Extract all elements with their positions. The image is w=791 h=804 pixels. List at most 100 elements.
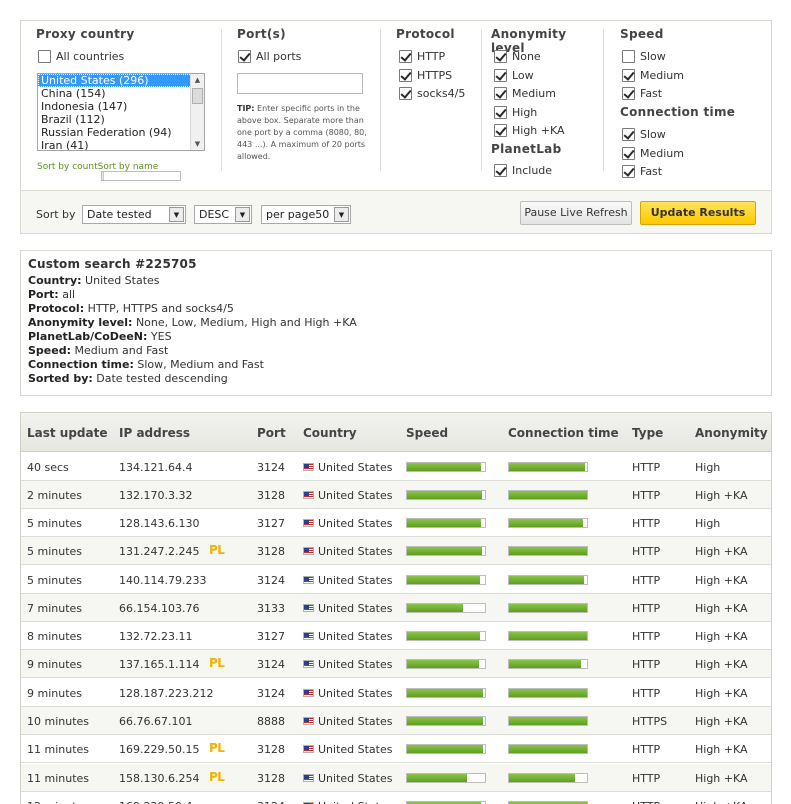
header-connection-time[interactable]: Connection time: [508, 426, 619, 440]
port-cell: 3127: [257, 517, 285, 530]
speed-bar-fill: [407, 491, 482, 499]
table-row[interactable]: 11 minutes 158.130.6.254 PL 3128 United Stat…: [21, 764, 771, 792]
anonymity-box[interactable]: [494, 87, 507, 100]
sort-field-select[interactable]: Date tested ▼: [82, 205, 186, 224]
all-ports-box[interactable]: [238, 50, 251, 63]
ports-tip: TIP: Enter specific ports in the above b…: [237, 103, 369, 163]
table-row[interactable]: 8 minutes 132.72.23.11 3127 United States HT…: [21, 622, 771, 650]
planetlab-include-box[interactable]: [494, 164, 507, 177]
connection-time-bar-fill: [509, 519, 584, 527]
all-countries-box[interactable]: [38, 50, 51, 63]
header-anonymity[interactable]: Anonymity: [695, 426, 768, 440]
country-option[interactable]: Russian Federation (94): [38, 126, 204, 139]
country-option[interactable]: Iran (41): [38, 139, 204, 150]
summary-line: Sorted by: Date tested descending: [28, 372, 771, 386]
protocol-checkbox-socks4-5[interactable]: socks4/5: [399, 87, 465, 100]
anonymity-checkbox-high-ka[interactable]: High +KA: [494, 124, 565, 137]
us-flag-icon: [303, 717, 314, 725]
connection-time-checkbox-medium[interactable]: Medium: [622, 146, 684, 160]
country-option[interactable]: United States (296): [38, 74, 204, 87]
connection-time-box[interactable]: [622, 146, 635, 160]
country-cell: United States: [303, 545, 393, 558]
last-update-cell: 5 minutes: [27, 545, 83, 558]
table-row[interactable]: 5 minutes 128.143.6.130 3127 United States H…: [21, 509, 771, 537]
protocol-checkbox-http[interactable]: HTTP: [399, 50, 445, 63]
scroll-up-icon[interactable]: ▲: [191, 74, 204, 86]
chevron-down-icon[interactable]: ▼: [334, 207, 349, 222]
connection-time-checkbox-fast[interactable]: Fast: [622, 165, 662, 178]
speed-box[interactable]: [622, 87, 635, 100]
table-row[interactable]: 9 minutes 128.187.223.212 3124 United State…: [21, 679, 771, 707]
port-cell: 3128: [257, 772, 285, 785]
connection-time-checkbox-slow[interactable]: Slow: [622, 128, 666, 141]
sort-order-select[interactable]: DESC ▼: [194, 205, 252, 224]
all-countries-checkbox[interactable]: All countries: [38, 50, 124, 63]
scroll-thumb[interactable]: [192, 88, 203, 104]
anonymity-checkbox-none[interactable]: None: [494, 50, 541, 63]
anonymity-checkbox-medium[interactable]: Medium: [494, 87, 556, 100]
header-country[interactable]: Country: [303, 426, 357, 440]
anonymity-box[interactable]: [494, 68, 507, 82]
table-row[interactable]: 5 minutes 140.114.79.233 3124 United States…: [21, 566, 771, 594]
us-flag-icon: [303, 491, 314, 499]
pause-live-refresh-button[interactable]: Pause Live Refresh: [520, 201, 632, 225]
anonymity-checkbox-low[interactable]: Low: [494, 68, 534, 82]
anonymity-box[interactable]: [494, 124, 507, 137]
country-cell: United States: [303, 658, 393, 671]
protocol-checkbox-https[interactable]: HTTPS: [399, 68, 452, 82]
header-ip-address[interactable]: IP address: [119, 426, 190, 440]
update-results-button[interactable]: Update Results: [640, 201, 756, 225]
connection-time-box[interactable]: [622, 165, 635, 178]
table-row[interactable]: 11 minutes 169.229.50.15 PL 3128 United Stat…: [21, 735, 771, 763]
scroll-down-icon[interactable]: ▼: [191, 138, 204, 150]
header-type[interactable]: Type: [632, 426, 663, 440]
country-listbox[interactable]: United States (296) China (154) Indonesia …: [37, 73, 205, 151]
planetlab-include-label: Include: [512, 164, 553, 177]
per-page-select[interactable]: per page50 ▼: [261, 205, 351, 224]
table-row[interactable]: 12 minutes 169.229.50.4 3124 United States H…: [21, 792, 771, 804]
planetlab-include-checkbox[interactable]: Include: [494, 164, 552, 177]
anonymity-checkbox-high[interactable]: High: [494, 105, 537, 119]
table-row[interactable]: 40 secs 134.121.64.4 3124 United States HTTP…: [21, 453, 771, 481]
all-ports-checkbox[interactable]: All ports: [238, 50, 301, 63]
speed-bar-fill: [407, 745, 483, 753]
speed-checkbox-medium[interactable]: Medium: [622, 68, 684, 82]
chevron-down-icon[interactable]: ▼: [235, 207, 250, 222]
speed-box[interactable]: [622, 68, 635, 82]
anonymity-box[interactable]: [494, 105, 507, 119]
table-row[interactable]: 2 minutes 132.170.3.32 3128 United States HT…: [21, 481, 771, 509]
country-name: United States: [318, 489, 393, 502]
speed-checkbox-fast[interactable]: Fast: [622, 87, 662, 100]
country-option[interactable]: China (154): [38, 87, 204, 100]
sort-by-count-link[interactable]: Sort by count: [37, 162, 98, 172]
table-row[interactable]: 9 minutes 137.165.1.114 PL 3124 United State…: [21, 650, 771, 678]
listbox-scrollbar[interactable]: ▲ ▼: [190, 74, 204, 150]
port-cell: 3133: [257, 602, 285, 615]
anonymity-label: None: [512, 50, 541, 63]
protocol-box[interactable]: [399, 50, 412, 63]
table-row[interactable]: 7 minutes 66.154.103.76 3133 United States H…: [21, 594, 771, 622]
header-speed[interactable]: Speed: [406, 426, 448, 440]
header-last-update[interactable]: Last update: [27, 426, 108, 440]
anonymity-box[interactable]: [494, 50, 507, 63]
ports-input[interactable]: [237, 73, 363, 94]
speed-checkbox-slow[interactable]: Slow: [622, 50, 666, 63]
summary-line: Anonymity level: None, Low, Medium, High…: [28, 316, 771, 330]
country-option[interactable]: Indonesia (147): [38, 100, 204, 113]
anonymity-cell: High +KA: [695, 602, 748, 615]
anonymity-cell: High +KA: [695, 772, 748, 785]
country-name: United States: [318, 658, 393, 671]
protocol-box[interactable]: [399, 68, 412, 82]
table-row[interactable]: 5 minutes 131.247.2.245 PL 3128 United State…: [21, 537, 771, 565]
speed-bar-fill: [407, 604, 464, 612]
summary-key: Country:: [28, 274, 82, 287]
country-option[interactable]: Brazil (112): [38, 113, 204, 126]
country-name: United States: [318, 517, 393, 530]
header-port[interactable]: Port: [257, 426, 286, 440]
chevron-down-icon[interactable]: ▼: [169, 207, 184, 222]
speed-box[interactable]: [622, 50, 635, 63]
table-row[interactable]: 10 minutes 66.76.67.101 8888 United States H…: [21, 707, 771, 735]
connection-time-box[interactable]: [622, 128, 635, 141]
protocol-column: Protocol HTTP HTTPS socks4/5: [380, 21, 480, 191]
protocol-box[interactable]: [399, 87, 412, 100]
